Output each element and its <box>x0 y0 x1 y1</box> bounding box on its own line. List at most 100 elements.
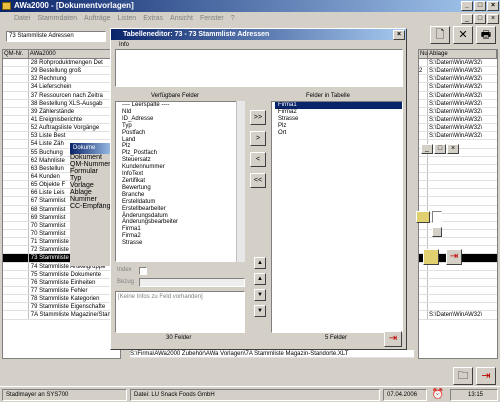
exit-icon[interactable]: ⇥ <box>446 249 462 265</box>
available-scrollbar[interactable] <box>236 101 245 262</box>
info-textarea[interactable] <box>115 49 403 87</box>
table-row[interactable]: 41 Ereignisberichte <box>3 115 120 125</box>
path-row[interactable]: S:\Daten\WinAW32\ <box>419 83 497 92</box>
available-field-item[interactable]: Plz_Postfach <box>119 150 244 157</box>
path-row[interactable] <box>419 197 497 206</box>
menu-fenster[interactable]: Fenster <box>200 15 224 22</box>
bezug-input[interactable] <box>139 278 245 287</box>
path-row[interactable]: S:\Daten\WinAW32\ <box>419 115 497 125</box>
path-row[interactable]: S:\Daten\WinAW32\ <box>419 59 497 68</box>
table-row[interactable]: 79 Stammliste Eigenschafte <box>3 303 120 312</box>
bottom-exit-button[interactable]: ⇥ <box>476 367 496 385</box>
available-field-item[interactable]: Steuersatz <box>119 157 244 164</box>
path-row[interactable] <box>419 205 497 214</box>
maximize-button[interactable]: □ <box>474 1 486 11</box>
table-row[interactable]: 53 Liste Best <box>3 132 120 141</box>
new-document-button[interactable]: 🗋 <box>430 26 450 44</box>
col-header-ablage[interactable]: Ablage <box>428 50 497 58</box>
close-button[interactable]: × <box>487 1 499 11</box>
move-down-button[interactable]: ▼ <box>254 289 266 301</box>
folder-icon[interactable] <box>416 211 430 223</box>
available-field-item[interactable]: InfoText <box>119 171 244 178</box>
sub-minimize-button[interactable]: _ <box>421 144 433 154</box>
table-row[interactable]: 77 Stammliste Fehler <box>3 286 120 296</box>
add-all-button[interactable]: >> <box>250 110 266 125</box>
path-row[interactable] <box>419 181 497 190</box>
available-field-item[interactable]: Land <box>119 137 244 144</box>
table-row[interactable]: 37 Ressourcen nach Zeitra <box>3 91 120 100</box>
path-row[interactable]: S:\Daten\WinAW32\ <box>419 124 497 133</box>
path-row[interactable] <box>419 270 497 279</box>
available-field-item[interactable]: Firma2 <box>119 233 244 240</box>
path-row[interactable]: S:\Daten\WinAW32\ <box>419 75 497 84</box>
table-row[interactable]: 28 Rohproduktmengen Det <box>3 59 120 68</box>
table-field-item[interactable]: Firma2 <box>275 109 402 116</box>
path-row[interactable] <box>419 221 497 230</box>
path-row[interactable] <box>419 164 497 173</box>
menu-auftraege[interactable]: Aufträge <box>84 15 110 22</box>
available-field-item[interactable]: Bewertung <box>119 185 244 192</box>
path-row[interactable] <box>419 238 497 247</box>
table-row[interactable]: 29 Bestellung groß <box>3 67 120 76</box>
move-bottom-button[interactable]: ▼ <box>254 305 266 317</box>
available-field-item[interactable]: Erstelldatum <box>119 199 244 206</box>
minimize-button[interactable]: _ <box>461 1 473 11</box>
path-grid[interactable]: Nu Ablage S:\Daten\WinAW32\ 2 S:\Daten\WinA… <box>418 49 498 359</box>
path-row[interactable]: S:\Daten\WinAW32\ <box>419 311 497 320</box>
table-fields-list[interactable]: Firma1 Firma2 Strasse Plz Ort <box>271 101 403 333</box>
menu-datei[interactable]: Datei <box>14 15 30 22</box>
table-field-item[interactable]: Ort <box>275 130 402 137</box>
mdi-restore-button[interactable]: □ <box>474 14 486 24</box>
available-field-item[interactable]: Erstellbearbeiter <box>119 206 244 213</box>
remove-button[interactable]: < <box>250 152 266 167</box>
col-header-nu[interactable]: Nu <box>419 50 428 58</box>
dialog-close-button[interactable]: × <box>393 30 405 40</box>
col-header-qm-nr[interactable]: QM-Nr. <box>3 50 29 58</box>
table-row[interactable]: 76 Stammliste Einheiten <box>3 278 120 287</box>
available-field-item[interactable]: ---- Leerspalte ---- <box>119 102 244 109</box>
available-field-item[interactable]: Zertifikat <box>119 178 244 185</box>
add-button[interactable]: > <box>250 131 266 146</box>
menu-extras[interactable]: Extras <box>143 15 163 22</box>
path-row[interactable]: 2 S:\Daten\WinAW32\ <box>419 67 497 76</box>
available-field-item[interactable]: Änderungsbearbeiter <box>119 219 244 226</box>
mdi-close-button[interactable]: × <box>487 14 499 24</box>
sub-maximize-button[interactable]: □ <box>434 144 446 154</box>
menu-stammdaten[interactable]: Stammdaten <box>37 15 77 22</box>
available-field-item[interactable]: Firma1 <box>119 226 244 233</box>
path-row[interactable] <box>419 295 497 304</box>
remove-all-button[interactable]: << <box>250 173 266 188</box>
available-field-item[interactable]: Kundennummer <box>119 164 244 171</box>
available-fields-list[interactable]: ---- Leerspalte ---- NId ID_Adresse Typ Post… <box>115 101 245 262</box>
menu-ansicht[interactable]: Ansicht <box>170 15 193 22</box>
delete-button[interactable]: ✕ <box>453 26 473 44</box>
table-row[interactable]: 34 Lieferschein <box>3 83 120 92</box>
available-field-item[interactable]: Strasse <box>119 240 244 247</box>
table-row[interactable]: 38 Bestellung XLS-Ausgab <box>3 99 120 108</box>
path-row[interactable] <box>419 286 497 296</box>
table-row[interactable]: 39 Zählerstände <box>3 107 120 116</box>
path-row[interactable] <box>419 303 497 312</box>
table-row[interactable]: 78 Stammliste Kategorien <box>3 295 120 304</box>
path-row[interactable] <box>419 189 497 198</box>
path-row[interactable]: S:\Daten\WinAW32\ <box>419 91 497 100</box>
path-row[interactable] <box>419 172 497 182</box>
table-row[interactable]: 75 Stammliste Dokumente <box>3 270 120 279</box>
path-row[interactable]: S:\Daten\WinAW32\ <box>419 107 497 116</box>
table-row[interactable]: 7A Stammliste Magazine/Standorte <box>3 311 120 320</box>
table-field-item[interactable]: Strasse <box>275 116 402 123</box>
table-row[interactable]: 32 Rechnung <box>3 75 120 84</box>
path-row[interactable] <box>419 278 497 287</box>
available-field-item[interactable]: ID_Adresse <box>119 116 244 123</box>
menu-help[interactable]: ? <box>231 15 235 22</box>
copy-icon[interactable] <box>423 249 439 265</box>
small-button[interactable] <box>432 227 442 237</box>
available-field-item[interactable]: Typ <box>119 123 244 130</box>
table-field-item[interactable]: Plz <box>275 123 402 130</box>
move-up-button[interactable]: ▲ <box>254 273 266 285</box>
dialog-exit-icon[interactable]: ⇥ <box>384 331 402 347</box>
available-field-item[interactable]: Branche <box>119 192 244 199</box>
path-row[interactable] <box>419 156 497 165</box>
available-field-item[interactable]: Postfach <box>119 130 244 137</box>
mdi-minimize-button[interactable]: _ <box>461 14 473 24</box>
